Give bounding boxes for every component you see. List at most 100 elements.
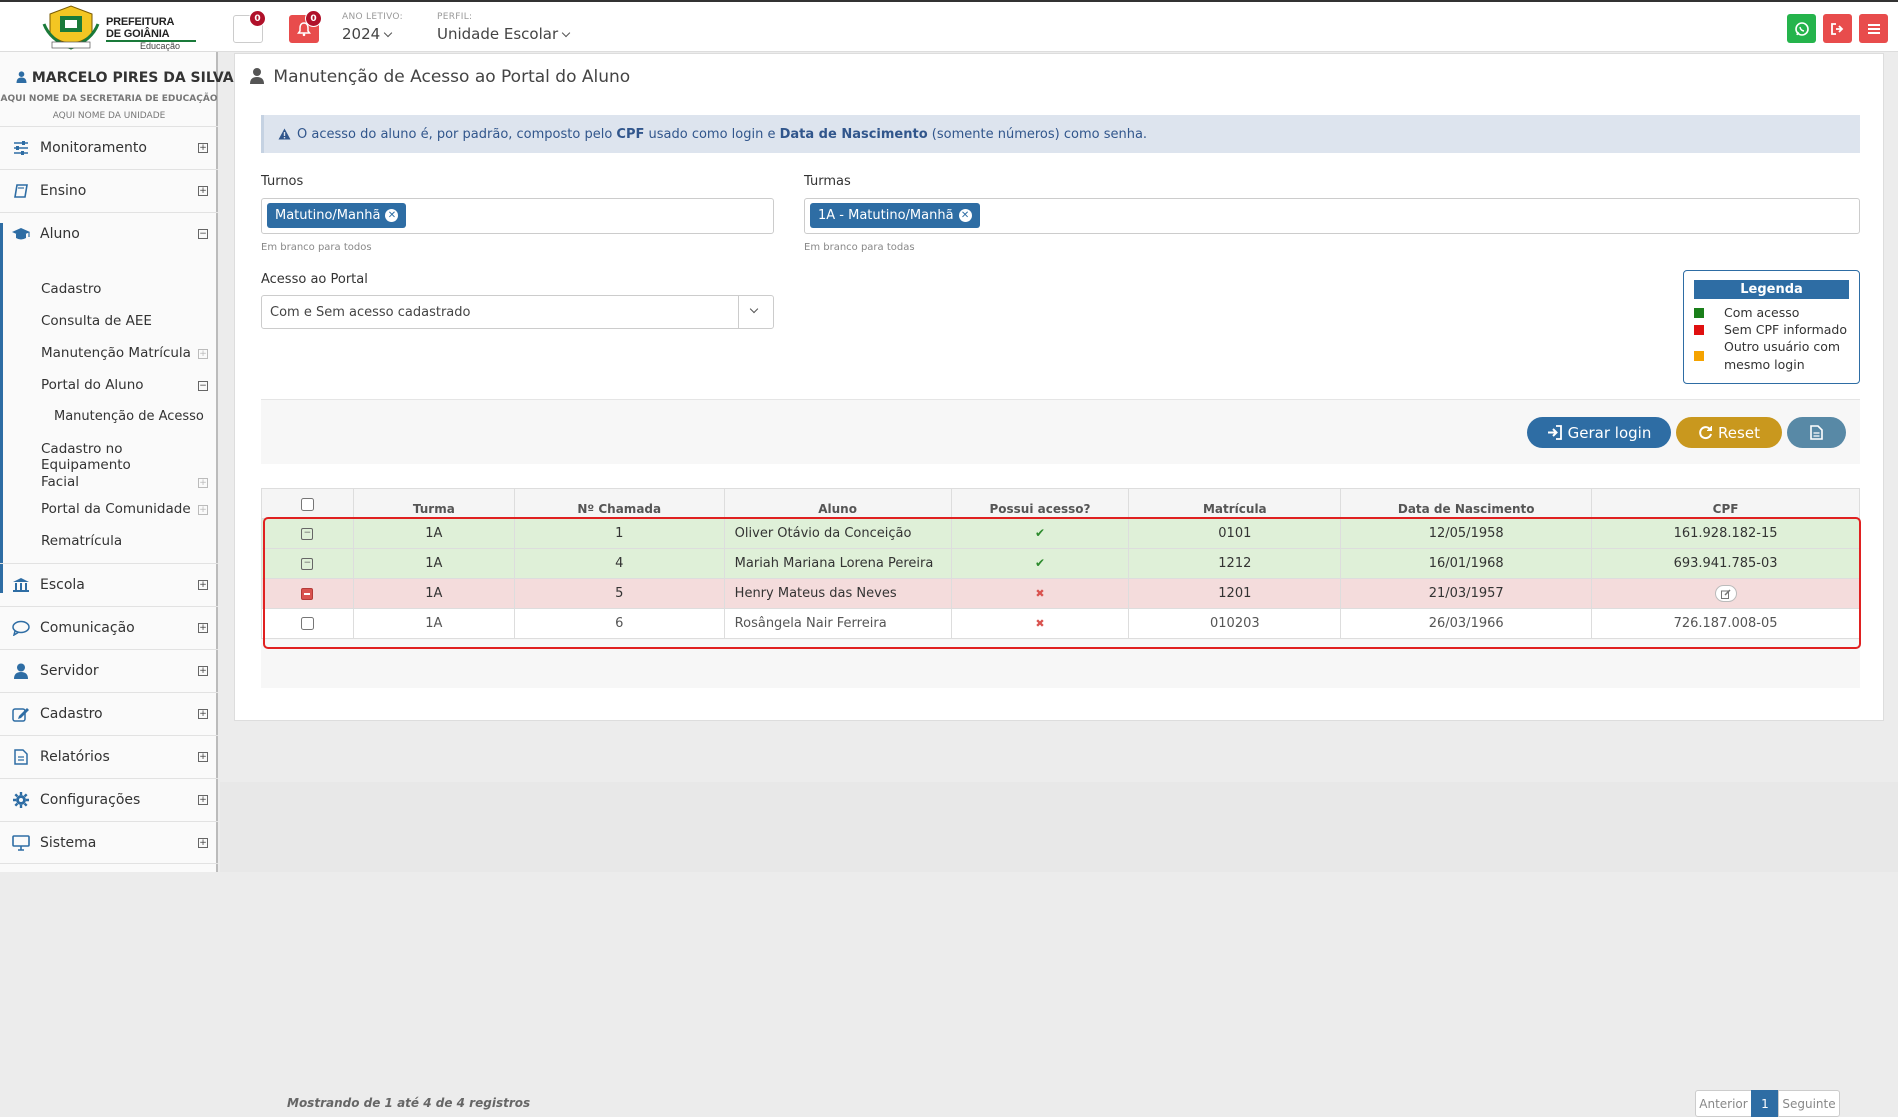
chamada-cell: 1	[513, 518, 725, 549]
chevron-down-icon	[561, 28, 571, 38]
nascimento-cell: 26/03/1966	[1340, 608, 1593, 639]
legend: Legenda Com acesso Sem CPF informado Out…	[1683, 270, 1860, 384]
menu-escola[interactable]: Escola +	[0, 563, 218, 606]
menu-ensino[interactable]: Ensino +	[0, 169, 218, 212]
submenu-manutencao-acesso[interactable]: Manutenção de Acesso	[54, 409, 204, 424]
reset-button[interactable]: Reset	[1676, 417, 1782, 448]
column-header[interactable]: Matrícula	[1128, 488, 1342, 519]
refresh-icon	[1699, 426, 1713, 440]
submenu-cadastro-equipamento[interactable]: Cadastro no Equipamento Facial	[41, 441, 216, 490]
pagination-previous[interactable]: Anterior	[1695, 1090, 1752, 1117]
select-all-checkbox[interactable]	[300, 497, 314, 511]
chevron-down-icon	[383, 28, 393, 38]
menu-monitoramento[interactable]: Monitoramento +	[0, 126, 218, 169]
select-toggle[interactable]	[738, 296, 773, 328]
row-select-cell: −	[261, 518, 354, 549]
row-checkbox-blocked[interactable]	[301, 587, 314, 600]
turmas-help: Em branco para todas	[804, 242, 915, 253]
menu-relatorios[interactable]: Relatórios +	[0, 735, 218, 778]
expand-icon: +	[198, 709, 208, 719]
row-checkbox-disabled[interactable]: −	[301, 527, 314, 540]
table-row[interactable]: 1A 5 Henry Mateus das Neves ✖ 1201 21/03…	[261, 578, 1860, 609]
acesso-cell: ✔	[950, 548, 1130, 579]
whatsapp-button[interactable]	[1787, 14, 1816, 43]
turma-cell: 1A	[352, 578, 515, 609]
acesso-portal-label: Acesso ao Portal	[261, 272, 368, 287]
table-row[interactable]: 1A 6 Rosângela Nair Ferreira ✖ 010203 26…	[261, 608, 1860, 639]
submenu-label-line1: Cadastro no Equipamento	[41, 441, 131, 473]
row-select-cell	[261, 608, 354, 639]
turnos-tag-label: Matutino/Manhã	[275, 208, 381, 223]
submenu-cadastro[interactable]: Cadastro	[41, 281, 101, 297]
menu-label: Escola	[40, 577, 85, 593]
legend-title: Legenda	[1694, 280, 1849, 299]
column-header[interactable]: Nº Chamada	[513, 488, 725, 519]
menu-aluno[interactable]: Aluno −	[0, 212, 218, 255]
edit-icon	[11, 705, 31, 723]
row-checkbox-disabled[interactable]: −	[301, 557, 314, 570]
nascimento-cell: 12/05/1958	[1340, 518, 1593, 549]
menu-servidor[interactable]: Servidor +	[0, 649, 218, 692]
alerts-badge: 0	[305, 10, 322, 27]
legend-label-line1: Outro usuário com	[1724, 339, 1841, 354]
row-select-cell	[261, 578, 354, 609]
bank-icon	[11, 576, 31, 594]
main-menu-button[interactable]	[1859, 14, 1888, 43]
logout-button[interactable]	[1823, 14, 1852, 43]
menu-comunicacao[interactable]: Comunicação +	[0, 606, 218, 649]
turnos-select[interactable]: Matutino/Manhã ✕	[261, 198, 774, 234]
submenu-label-line2: Facial	[41, 474, 79, 490]
turmas-label: Turmas	[804, 174, 851, 189]
pagination-next[interactable]: Seguinte	[1778, 1090, 1840, 1117]
menu-configuracoes[interactable]: Configurações +	[0, 778, 218, 821]
acesso-cell: ✔	[950, 518, 1130, 549]
menu-label: Sistema	[40, 834, 97, 851]
collapse-icon: −	[198, 381, 208, 391]
submenu-portal-comunidade[interactable]: Portal da Comunidade	[41, 501, 191, 517]
matricula-cell: 1212	[1128, 548, 1342, 579]
table-row[interactable]: − 1A 1 Oliver Otávio da Conceição ✔ 0101…	[261, 518, 1860, 549]
submenu-portal-aluno[interactable]: Portal do Aluno	[41, 377, 144, 393]
user-name: MARCELO PIRES DA SILVA	[16, 70, 234, 86]
export-document-button[interactable]	[1787, 417, 1846, 448]
column-header[interactable]: Turma	[352, 488, 515, 519]
acesso-portal-select[interactable]: Com e Sem acesso cadastrado	[261, 295, 774, 329]
acesso-cell: ✖	[950, 578, 1130, 609]
ano-letivo-select[interactable]: ANO LETIVO: 2024	[342, 12, 403, 43]
check-icon: ✔	[1034, 556, 1045, 570]
prefeitura-logo[interactable]: PREFEITURA DE GOIÂNIA Educação	[40, 4, 196, 52]
column-header[interactable]: Possui acesso?	[950, 488, 1130, 519]
hamburger-icon	[1867, 23, 1880, 34]
column-header[interactable]: Aluno	[723, 488, 952, 519]
page-title-text: Manutenção de Acesso ao Portal do Aluno	[273, 67, 631, 87]
perfil-select[interactable]: PERFIL: Unidade Escolar	[437, 12, 571, 43]
perfil-label: PERFIL:	[437, 12, 473, 22]
turnos-tag: Matutino/Manhã ✕	[267, 203, 407, 228]
collapse-icon: −	[198, 229, 208, 239]
submenu-manutencao-matricula[interactable]: Manutenção Matrícula	[41, 345, 191, 361]
info-cpf: CPF	[616, 126, 645, 142]
column-header[interactable]: CPF	[1591, 488, 1860, 519]
menu-cadastro[interactable]: Cadastro +	[0, 692, 218, 735]
menu-sistema[interactable]: Sistema +	[0, 821, 218, 864]
remove-tag-icon[interactable]: ✕	[958, 209, 972, 222]
nascimento-cell: 16/01/1968	[1340, 548, 1593, 579]
remove-tag-icon[interactable]: ✕	[385, 209, 399, 222]
submenu-consulta-aee[interactable]: Consulta de AEE	[41, 313, 152, 329]
cpf-cell: 726.187.008-05	[1591, 608, 1860, 639]
user-name-text: MARCELO PIRES DA SILVA	[31, 70, 234, 86]
document-icon	[1810, 425, 1823, 440]
row-checkbox[interactable]	[300, 617, 314, 630]
pagination-page-1[interactable]: 1	[1751, 1090, 1779, 1117]
expand-icon: +	[198, 349, 208, 359]
gerar-login-button[interactable]: Gerar login	[1527, 417, 1671, 448]
edit-cpf-button[interactable]	[1714, 585, 1737, 602]
submenu-rematricula[interactable]: Rematrícula	[41, 533, 122, 549]
ano-letivo-value: 2024	[342, 25, 381, 43]
turmas-select[interactable]: 1A - Matutino/Manhã ✕	[804, 198, 1860, 234]
info-text-1: O acesso do aluno é, por padrão, compost…	[297, 126, 617, 142]
unidade-name: AQUI NOME DA UNIDADE	[52, 111, 166, 121]
table-row[interactable]: − 1A 4 Mariah Mariana Lorena Pereira ✔ 1…	[261, 548, 1860, 579]
column-header[interactable]: Data de Nascimento	[1340, 488, 1593, 519]
logo-line2: DE GOIÂNIA	[106, 28, 170, 40]
